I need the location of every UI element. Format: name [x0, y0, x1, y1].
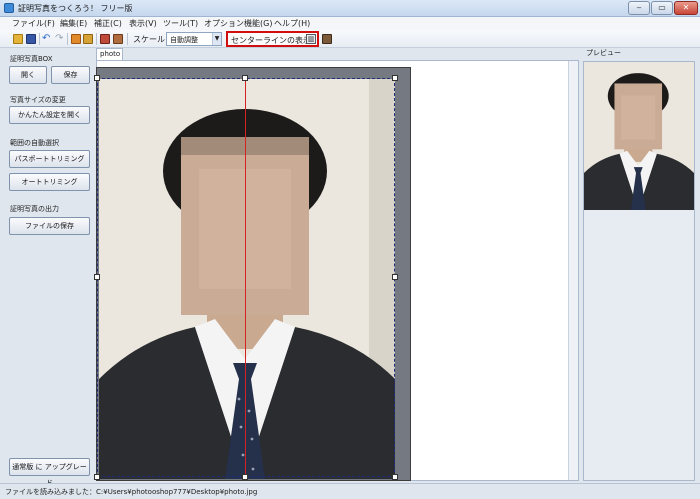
menu-help[interactable]: ヘルプ(H) — [274, 18, 310, 29]
redo-icon[interactable]: ↷ — [55, 34, 65, 44]
app-icon — [4, 3, 14, 13]
menu-bar: ファイル(F) 編集(E) 補正(C) 表示(V) ツール(T) オプション機能… — [0, 17, 700, 30]
box-section-label: 証明写真BOX — [10, 55, 53, 63]
menu-tools[interactable]: ツール(T) — [163, 18, 198, 29]
open-button[interactable]: 開く — [9, 66, 47, 84]
resize-handle-right[interactable] — [392, 274, 398, 280]
auto-trim-button[interactable]: オートトリミング — [9, 173, 90, 191]
resize-handle-bottom-right[interactable] — [392, 474, 398, 480]
preview-label: プレビュー — [586, 49, 621, 57]
centerline-toggle[interactable]: センターラインの表示 ▥ — [226, 31, 319, 47]
maximize-button[interactable]: ▭ — [651, 1, 673, 15]
vertical-scrollbar[interactable] — [568, 61, 578, 480]
toolbar-separator — [67, 33, 68, 45]
status-text: ファイルを読み込みました：C:¥Users¥photooshop777¥Desk… — [5, 488, 258, 496]
auto-select-section-label: 範囲の自動選択 — [10, 139, 59, 147]
resize-handle-top-right[interactable] — [392, 75, 398, 81]
rotate-right-icon[interactable] — [83, 34, 93, 44]
rotate-left-icon[interactable] — [71, 34, 81, 44]
resize-handle-top-left[interactable] — [94, 75, 100, 81]
crop-selection[interactable] — [97, 78, 395, 477]
save-file-button[interactable]: ファイルの保存 — [9, 217, 90, 235]
menu-file[interactable]: ファイル(F) — [12, 18, 55, 29]
portrait-alt-icon[interactable] — [113, 34, 123, 44]
menu-edit[interactable]: 編集(E) — [60, 18, 87, 29]
open-folder-icon[interactable] — [13, 34, 23, 44]
title-bar: 証明写真をつくろう！ フリー版 ‒ ▭ ✕ — [0, 0, 700, 17]
scale-label: スケール — [133, 35, 165, 44]
portrait-icon[interactable] — [100, 34, 110, 44]
close-button[interactable]: ✕ — [674, 1, 698, 15]
save-disk-icon[interactable] — [26, 34, 36, 44]
center-line — [245, 78, 246, 478]
minimize-button[interactable]: ‒ — [628, 1, 650, 15]
resize-handle-bottom[interactable] — [242, 474, 248, 480]
resize-handle-top[interactable] — [242, 75, 248, 81]
toolbar: ↶ ↷ スケール 自動調整 ▼ — [0, 30, 700, 48]
window-title: 証明写真をつくろう！ フリー版 — [18, 4, 133, 13]
preview-illustration — [584, 62, 694, 210]
toolbar-separator — [39, 33, 40, 45]
easy-settings-button[interactable]: かんたん設定を開く — [9, 106, 90, 124]
scale-select[interactable]: 自動調整 ▼ — [166, 32, 222, 46]
output-section-label: 証明写真の出力 — [10, 205, 59, 213]
chevron-down-icon[interactable]: ▼ — [212, 33, 221, 45]
resize-handle-left[interactable] — [94, 274, 100, 280]
toolbar-separator — [127, 33, 128, 45]
status-bar: ファイルを読み込みました：C:¥Users¥photooshop777¥Desk… — [0, 483, 700, 499]
size-section-label: 写真サイズの変更 — [10, 96, 66, 104]
tab-photo[interactable]: photo — [96, 48, 123, 60]
preview-image — [584, 62, 694, 210]
toolbar-separator — [96, 33, 97, 45]
scale-value: 自動調整 — [170, 36, 198, 44]
upgrade-button[interactable]: 通常版 に アップグレード — [9, 458, 90, 487]
centerline-icon[interactable]: ▥ — [306, 34, 316, 44]
menu-correct[interactable]: 補正(C) — [94, 18, 122, 29]
save-button[interactable]: 保存 — [51, 66, 90, 84]
menu-view[interactable]: 表示(V) — [129, 18, 157, 29]
menu-options[interactable]: オプション機能(G) — [204, 18, 272, 29]
undo-icon[interactable]: ↶ — [42, 34, 52, 44]
passport-trim-button[interactable]: パスポートトリミング — [9, 150, 90, 168]
portrait-frame-icon[interactable] — [322, 34, 332, 44]
centerline-label: センターラインの表示 — [231, 36, 311, 45]
resize-handle-bottom-left[interactable] — [94, 474, 100, 480]
